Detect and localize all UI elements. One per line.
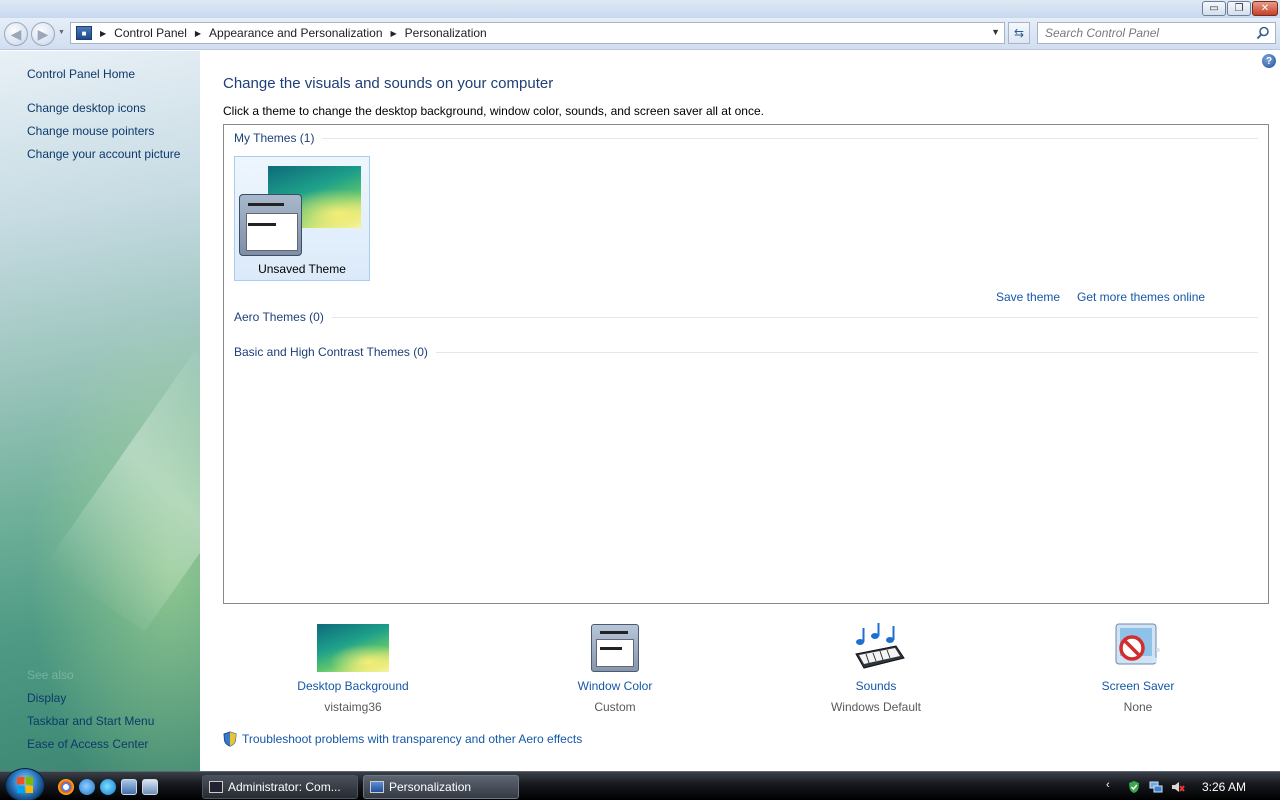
shield-icon <box>223 731 237 747</box>
control-panel-home-link[interactable]: Control Panel Home <box>27 67 135 81</box>
command-prompt-icon <box>209 781 223 793</box>
search-input[interactable] <box>1038 23 1248 43</box>
window-color-title[interactable]: Window Color <box>515 679 715 693</box>
taskbar-item-personalization[interactable]: Personalization <box>363 775 519 799</box>
taskbar-item-label: Administrator: Com... <box>228 780 341 794</box>
my-themes-group: My Themes (1) <box>234 131 1258 145</box>
sounds-setting[interactable]: Sounds Windows Default <box>776 620 976 714</box>
screen-saver-value: None <box>1123 700 1153 714</box>
troubleshoot-row: Troubleshoot problems with transparency … <box>223 731 582 747</box>
sounds-icon <box>855 623 905 669</box>
troubleshoot-aero-link[interactable]: Troubleshoot problems with transparency … <box>242 732 582 746</box>
my-themes-heading: My Themes (1) <box>234 131 315 145</box>
desktop-background-icon <box>317 624 389 672</box>
chrome-icon[interactable] <box>58 779 74 795</box>
get-more-themes-link[interactable]: Get more themes online <box>1077 290 1205 304</box>
sounds-value: Windows Default <box>830 700 922 714</box>
breadcrumb-appearance[interactable]: Appearance and Personalization <box>209 26 382 40</box>
navigation-bar: ◀ ▶ ▼ ■ ▶ Control Panel ▶ Appearance and… <box>0 18 1280 50</box>
desktop-background-title[interactable]: Desktop Background <box>253 679 453 693</box>
change-mouse-pointers-link[interactable]: Change mouse pointers <box>27 124 154 138</box>
crumb-separator-icon[interactable]: ▶ <box>391 29 397 38</box>
theme-unsaved[interactable]: Unsaved Theme <box>234 156 370 281</box>
desktop-background-setting[interactable]: Desktop Background vistaimg36 <box>253 620 453 714</box>
ease-of-access-link[interactable]: Ease of Access Center <box>27 737 148 751</box>
aero-themes-group: Aero Themes (0) <box>234 310 1258 324</box>
address-dropdown-icon[interactable]: ▼ <box>991 27 1000 37</box>
taskbar-item-label: Personalization <box>389 780 472 794</box>
switch-windows-icon[interactable] <box>142 779 158 795</box>
network-icon[interactable] <box>1149 780 1163 794</box>
internet-explorer-icon[interactable] <box>79 779 95 795</box>
search-box[interactable] <box>1037 22 1276 44</box>
task-pane: Control Panel Home Change desktop icons … <box>0 51 200 771</box>
minimize-button[interactable]: ▭ <box>1202 1 1226 16</box>
screen-saver-title[interactable]: Screen Saver <box>1038 679 1238 693</box>
refresh-icon: ⇆ <box>1013 26 1025 40</box>
basic-themes-group: Basic and High Contrast Themes (0) <box>234 345 1258 359</box>
refresh-button[interactable]: ⇆ <box>1008 22 1030 44</box>
crumb-separator-icon[interactable]: ▶ <box>100 29 106 38</box>
basic-themes-heading: Basic and High Contrast Themes (0) <box>234 345 428 359</box>
personalization-icon <box>370 781 384 793</box>
aero-themes-heading: Aero Themes (0) <box>234 310 324 324</box>
screen-saver-setting[interactable]: Screen Saver None <box>1038 620 1238 714</box>
maximize-button[interactable]: ❐ <box>1227 1 1251 16</box>
close-button[interactable]: ✕ <box>1252 1 1278 16</box>
window-color-value: Custom <box>594 700 636 714</box>
taskbar: Administrator: Com... Personalization ‹ … <box>0 768 1280 800</box>
breadcrumb-control-panel[interactable]: Control Panel <box>114 26 187 40</box>
control-panel-icon: ■ <box>76 26 92 40</box>
theme-window-preview-icon <box>239 194 302 256</box>
theme-name: Unsaved Theme <box>258 262 346 276</box>
desktop-background-value: vistaimg36 <box>324 700 382 714</box>
window-color-setting[interactable]: Window Color Custom <box>515 620 715 714</box>
theme-list: My Themes (1) Unsaved Theme Save theme G… <box>223 124 1269 604</box>
forward-button[interactable]: ▶ <box>31 22 55 46</box>
show-desktop-icon[interactable] <box>121 779 137 795</box>
security-shield-icon[interactable] <box>1127 780 1141 794</box>
taskbar-item-command-prompt[interactable]: Administrator: Com... <box>202 775 358 799</box>
help-icon[interactable]: ? <box>1262 54 1276 68</box>
page-description: Click a theme to change the desktop back… <box>223 104 764 118</box>
taskbar-start-menu-link[interactable]: Taskbar and Start Menu <box>27 714 154 728</box>
window-titlebar: ▭ ❐ ✕ <box>0 0 1280 18</box>
edge-icon[interactable] <box>100 779 116 795</box>
recent-pages-dropdown[interactable]: ▼ <box>58 29 65 36</box>
breadcrumb-personalization[interactable]: Personalization <box>405 26 487 40</box>
address-bar[interactable]: ■ ▶ Control Panel ▶ Appearance and Perso… <box>70 22 1005 44</box>
system-tray: ‹ 3:26 AM <box>1100 772 1280 800</box>
window-color-icon <box>591 624 639 672</box>
clock[interactable]: 3:26 AM <box>1202 780 1246 794</box>
back-button[interactable]: ◀ <box>4 22 28 46</box>
change-desktop-icons-link[interactable]: Change desktop icons <box>27 101 146 115</box>
volume-muted-icon[interactable] <box>1171 780 1185 794</box>
see-also-heading: See also <box>27 668 74 682</box>
chevron-left-icon[interactable]: ‹ <box>1106 779 1120 793</box>
save-theme-link[interactable]: Save theme <box>996 290 1060 304</box>
sounds-title[interactable]: Sounds <box>776 679 976 693</box>
start-button[interactable] <box>5 768 45 800</box>
display-link[interactable]: Display <box>27 691 66 705</box>
screen-saver-icon <box>1115 623 1160 665</box>
change-account-picture-link[interactable]: Change your account picture <box>27 147 180 161</box>
windows-logo-icon <box>17 777 33 793</box>
crumb-separator-icon[interactable]: ▶ <box>195 29 201 38</box>
search-icon[interactable] <box>1256 26 1270 40</box>
page-title: Change the visuals and sounds on your co… <box>223 75 554 92</box>
